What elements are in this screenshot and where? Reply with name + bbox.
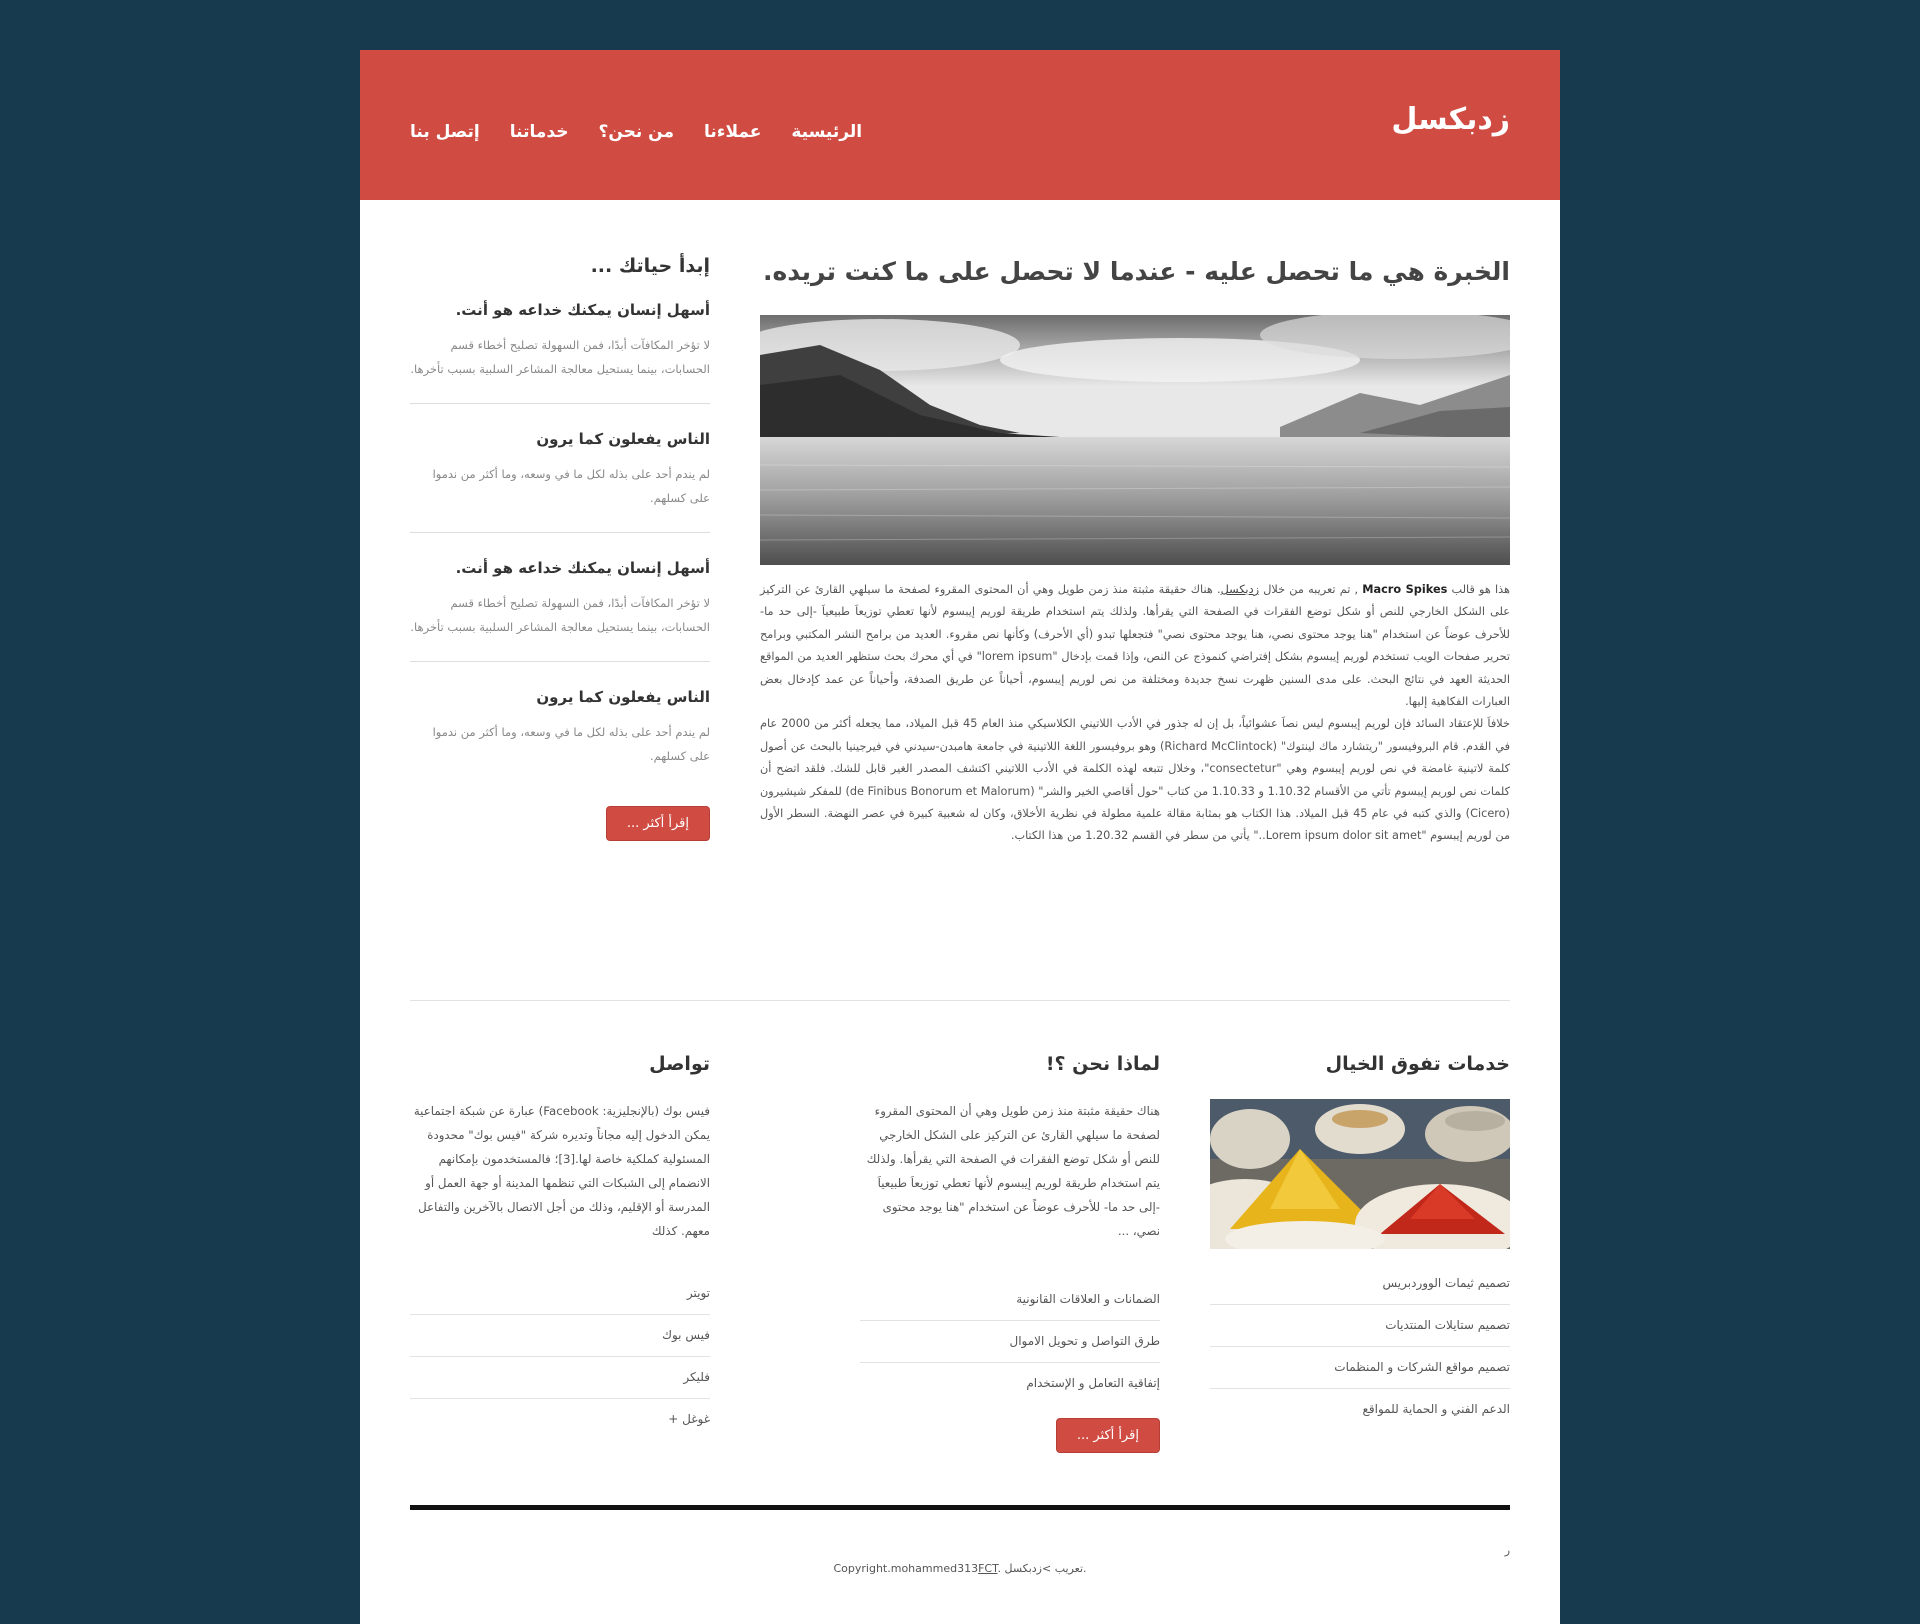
copyright-link[interactable]: FCT (978, 1562, 997, 1575)
nav-item-services[interactable]: خدماتنا (510, 122, 569, 142)
why-us-list-item[interactable]: طرق التواصل و تحويل الاموال (860, 1321, 1160, 1363)
post-excerpt: لا تؤخر المكافآت أبدًا، فمن السهولة تصلي… (410, 596, 710, 634)
post-excerpt: لا تؤخر المكافآت أبدًا، فمن السهولة تصلي… (410, 338, 710, 376)
footer-bar (410, 1505, 1510, 1510)
nav-item-home[interactable]: الرئيسية (791, 122, 862, 142)
why-us-read-more-button[interactable]: إقرأ أكثر ... (1055, 1418, 1160, 1453)
nav-item-about[interactable]: من نحن؟ (598, 122, 674, 142)
footer-copyright: Copyright.mohammed313FCT. تعريب >زدبكسل. (360, 1562, 1560, 1575)
post-excerpt: لم يندم أحد على بذله لكل ما في وسعه، وما… (432, 467, 710, 505)
services-list-item[interactable]: تصميم مواقع الشركات و المنظمات (1210, 1347, 1510, 1389)
sidebar-post: الناس يفعلون كما يرون لم يندم أحد على بذ… (410, 430, 710, 533)
article-paragraph-2: خلافاَ للإعتقاد السائد فإن لوريم إيبسوم … (760, 717, 1511, 843)
article-paragraph-1: هذا هو قالب Macro Spikes , تم تعريبه من … (760, 583, 1511, 709)
post-title[interactable]: الناس يفعلون كما يرون (410, 688, 710, 706)
why-us-list-item[interactable]: الضمانات و العلاقات القانونية (860, 1279, 1160, 1321)
services-column: خدمات تفوق الخيال تصميم ثيمات الووردبريس… (1210, 1053, 1510, 1430)
article-body: هذا هو قالب Macro Spikes , تم تعريبه من … (760, 579, 1510, 848)
why-us-column: لماذا نحن ؟! هناك حقيقة مثبتة منذ زمن طو… (860, 1053, 1160, 1453)
sidebar: إبدأ حياتك ... أسهل إنسان يمكنك خداعه هو… (410, 255, 710, 841)
why-us-text: هناك حقيقة مثبتة منذ زمن طويل وهي أن الم… (866, 1104, 1160, 1238)
services-list-item[interactable]: تصميم ثيمات الووردبريس (1210, 1263, 1510, 1305)
main-nav: الرئيسية عملاءنا من نحن؟ خدماتنا إتصل بن… (410, 122, 862, 142)
main-article: الخبرة هي ما تحصل عليه - عندما لا تحصل ع… (760, 255, 1510, 848)
site-header: زدبكسل الرئيسية عملاءنا من نحن؟ خدماتنا … (360, 50, 1560, 200)
social-links-list: تويتر فيس بوك فليكر غوغل + (410, 1273, 710, 1440)
section-divider (410, 1000, 1510, 1001)
brand-link[interactable]: زدبكسل (1221, 583, 1260, 596)
post-title[interactable]: أسهل إنسان يمكنك خداعه هو أنت. (410, 559, 710, 577)
services-title: خدمات تفوق الخيال (1325, 1053, 1510, 1075)
nav-item-contact[interactable]: إتصل بنا (410, 122, 480, 142)
sidebar-read-more-button[interactable]: إقرأ أكثر ... (605, 806, 710, 841)
social-link-flickr[interactable]: فليكر (410, 1357, 710, 1399)
contact-text: فيس بوك (بالإنجليزية: Facebook) عبارة عن… (413, 1104, 710, 1238)
page-container: زدبكسل الرئيسية عملاءنا من نحن؟ خدماتنا … (360, 50, 1560, 1624)
brand-name: Macro Spikes (1362, 583, 1448, 596)
sidebar-title: إبدأ حياتك ... (590, 255, 710, 277)
post-title[interactable]: أسهل إنسان يمكنك خداعه هو أنت. (410, 301, 710, 319)
services-list-item[interactable]: تصميم ستايلات المنتديات (1210, 1305, 1510, 1347)
footer-small-text: ر (1504, 1544, 1510, 1557)
sidebar-post: أسهل إنسان يمكنك خداعه هو أنت. لا تؤخر ا… (410, 301, 710, 404)
copyright-text: Copyright.mohammed313FCT. تعريب >زدبكسل. (833, 1562, 1087, 1575)
services-list: تصميم ثيمات الووردبريس تصميم ستايلات الم… (1210, 1263, 1510, 1430)
why-us-list: الضمانات و العلاقات القانونية طرق التواص… (860, 1279, 1160, 1404)
why-us-list-item[interactable]: إتفاقية التعامل و الإستخدام (860, 1363, 1160, 1404)
post-title[interactable]: الناس يفعلون كما يرون (410, 430, 710, 448)
why-us-title: لماذا نحن ؟! (1045, 1053, 1160, 1075)
article-title: الخبرة هي ما تحصل عليه - عندما لا تحصل ع… (762, 257, 1510, 286)
contact-title: تواصل (649, 1053, 710, 1075)
post-excerpt: لم يندم أحد على بذله لكل ما في وسعه، وما… (432, 725, 710, 763)
sidebar-post: الناس يفعلون كما يرون لم يندم أحد على بذ… (410, 688, 710, 790)
sidebar-post: أسهل إنسان يمكنك خداعه هو أنت. لا تؤخر ا… (410, 559, 710, 662)
spices-image (1210, 1099, 1510, 1249)
contact-column: تواصل فيس بوك (بالإنجليزية: Facebook) عب… (410, 1053, 710, 1440)
social-link-twitter[interactable]: تويتر (410, 1273, 710, 1315)
nav-item-clients[interactable]: عملاءنا (704, 122, 761, 142)
lake-image (760, 315, 1510, 565)
site-logo[interactable]: زدبكسل (1391, 102, 1510, 137)
social-link-google-plus[interactable]: غوغل + (410, 1399, 710, 1440)
social-link-facebook[interactable]: فيس بوك (410, 1315, 710, 1357)
why-us-button-wrap: إقرأ أكثر ... (860, 1418, 1160, 1453)
services-list-item[interactable]: الدعم الفني و الحماية للمواقع (1210, 1389, 1511, 1430)
